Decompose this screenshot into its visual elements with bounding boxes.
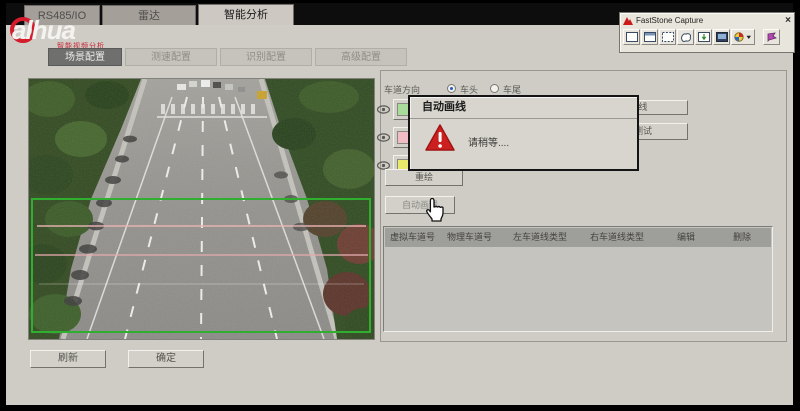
redraw-button[interactable]: 重绘 (385, 169, 463, 186)
subtab-speed-config[interactable]: 测速配置 (125, 48, 217, 66)
video-preview[interactable] (28, 78, 375, 340)
eye-icon[interactable] (377, 133, 390, 142)
lane-table-header: 虚拟车道号 物理车道号 左车道线类型 右车道线类型 编辑 删除 (385, 228, 771, 247)
col-physical-lane: 物理车道号 (447, 228, 492, 247)
faststone-icon-row (623, 29, 780, 45)
capture-full-screen-icon[interactable] (713, 29, 730, 45)
dialog-message: 请稍等.... (468, 134, 509, 149)
faststone-title: FastStone Capture (636, 16, 782, 25)
ok-button[interactable]: 确定 (128, 350, 204, 368)
output-options-icon[interactable] (731, 29, 755, 45)
capture-rectangle-icon[interactable] (659, 29, 676, 45)
subtab-scene-config[interactable]: 场景配置 (48, 48, 122, 66)
dialog-title: 自动画线 (410, 97, 637, 119)
subtab-advanced-config[interactable]: 高级配置 (315, 48, 407, 66)
faststone-toolbar: FastStone Capture × (619, 12, 795, 53)
tail-radio[interactable] (490, 84, 499, 93)
eye-icon[interactable] (377, 105, 390, 114)
tab-intelligent-analysis[interactable]: 智能分析 (198, 4, 294, 25)
capture-scrolling-window-icon[interactable] (695, 29, 712, 45)
lane-table[interactable]: 虚拟车道号 物理车道号 左车道线类型 右车道线类型 编辑 删除 (383, 226, 773, 332)
col-left-line-type: 左车道线类型 (513, 228, 567, 247)
screen-color-picker-icon[interactable] (763, 29, 780, 45)
hand-cursor (424, 197, 446, 223)
faststone-titlebar[interactable]: FastStone Capture × (623, 14, 791, 27)
dahua-logo: alhua (8, 14, 128, 44)
close-icon[interactable]: × (785, 16, 791, 26)
faststone-logo-icon (623, 16, 633, 25)
col-virtual-lane: 虚拟车道号 (390, 228, 435, 247)
capture-freehand-icon[interactable] (677, 29, 694, 45)
col-edit: 编辑 (677, 228, 695, 247)
capture-window-object-icon[interactable] (641, 29, 658, 45)
capture-active-window-icon[interactable] (623, 29, 640, 45)
svg-text:alhua: alhua (12, 15, 75, 44)
subtab-recognition-config[interactable]: 识别配置 (220, 48, 312, 66)
head-radio[interactable] (447, 84, 456, 93)
road-scene (29, 79, 374, 339)
col-delete: 删除 (733, 228, 751, 247)
refresh-button[interactable]: 刷新 (30, 350, 106, 368)
autodraw-dialog: 自动画线 请稍等.... (408, 95, 639, 171)
warning-icon (424, 123, 456, 153)
col-right-line-type: 右车道线类型 (590, 228, 644, 247)
screen: RS485/IO 雷达 智能分析 alhua 智能视频分析 场景配置 测速配置 … (0, 0, 800, 411)
